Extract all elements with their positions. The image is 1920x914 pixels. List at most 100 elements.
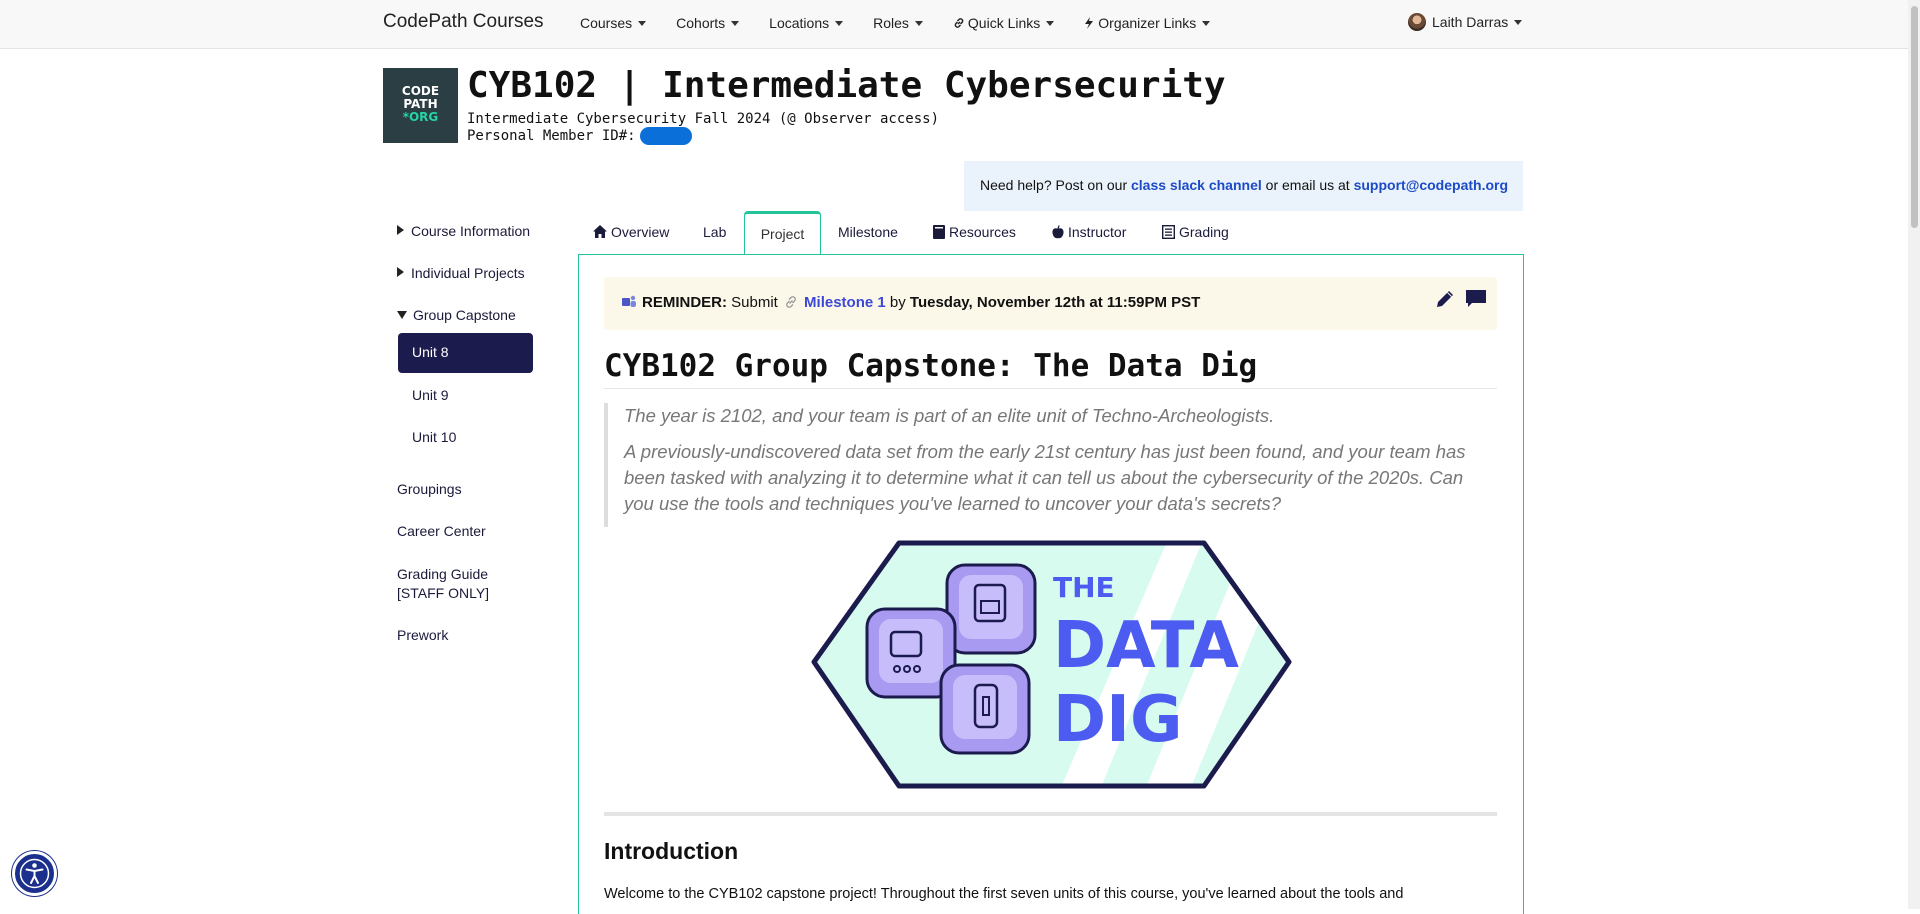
quote-paragraph: The year is 2102, and your team is part … <box>624 405 1275 426</box>
sidebar-item-label: Group Capstone <box>413 307 516 323</box>
tab-label: Overview <box>611 224 670 240</box>
main-nav: Courses Cohorts Locations Roles Quick Li… <box>580 15 1240 31</box>
sidebar-item-label: Course Information <box>411 223 531 239</box>
tab-resources[interactable]: Resources <box>933 211 1016 254</box>
sidebar-item-groupings[interactable]: Groupings <box>397 481 462 497</box>
nav-organizer-links-label: Organizer Links <box>1098 15 1197 31</box>
tab-lab[interactable]: Lab <box>703 211 726 254</box>
user-name: Laith Darras <box>1432 14 1509 30</box>
art-text-data: DATA <box>1053 609 1239 683</box>
nav-locations[interactable]: Locations <box>769 15 844 31</box>
nav-roles-label: Roles <box>873 15 909 31</box>
sidebar-item-label: Individual Projects <box>411 265 525 281</box>
content-tabs: Overview Lab Project Milestone Resources… <box>578 211 1523 255</box>
caret-down-icon <box>1202 20 1211 26</box>
course-subtitle: Intermediate Cybersecurity Fall 2024 (@ … <box>467 111 940 127</box>
introduction-text: Welcome to the CYB102 capstone project! … <box>604 886 1404 902</box>
caret-down-icon <box>638 20 647 26</box>
accessibility-icon <box>19 858 50 889</box>
reminder-text: Submit <box>727 294 783 311</box>
sidebar-item-unit-8[interactable]: Unit 8 <box>398 333 533 373</box>
cube-glyph <box>945 563 1037 655</box>
caret-down-icon <box>1514 19 1523 25</box>
sidebar-item-course-information[interactable]: Course Information <box>397 223 530 239</box>
caret-down-icon <box>1046 20 1055 26</box>
data-dig-banner-image: THE DATA DIG <box>811 540 1292 789</box>
tab-label: Project <box>760 226 805 242</box>
nav-quick-links[interactable]: Quick Links <box>953 15 1055 31</box>
tab-milestone[interactable]: Milestone <box>838 211 898 254</box>
slack-channel-link[interactable]: class slack channel <box>1131 177 1262 193</box>
help-banner: Need help? Post on our class slack chann… <box>964 161 1523 211</box>
tab-instructor[interactable]: Instructor <box>1052 211 1126 254</box>
top-navbar: CodePath Courses Courses Cohorts Locatio… <box>0 0 1908 49</box>
nav-courses[interactable]: Courses <box>580 15 647 31</box>
tab-label: Instructor <box>1068 224 1127 240</box>
sidebar-item-individual-projects[interactable]: Individual Projects <box>397 265 525 281</box>
sidebar-item-label: Grading Guide <box>397 566 489 582</box>
art-text-the: THE <box>1053 571 1115 604</box>
book-icon <box>933 225 945 239</box>
project-content-panel: REMINDER: Submit Milestone 1 by Tuesday,… <box>578 254 1524 914</box>
tab-label: Lab <box>703 224 727 240</box>
member-id-label: Personal Member ID#: <box>467 128 636 144</box>
intro-blockquote: The year is 2102, and your team is part … <box>604 403 1497 527</box>
introduction-heading: Introduction <box>604 838 739 864</box>
page-title: CYB102 Group Capstone: The Data Dig <box>604 348 1258 384</box>
tab-project[interactable]: Project <box>744 211 821 255</box>
scrollbar-thumb[interactable] <box>1911 6 1918 228</box>
reminder-label: REMINDER: <box>642 294 727 311</box>
redacted-member-id <box>639 127 692 145</box>
help-text: or email us at <box>1261 177 1354 193</box>
brand-link[interactable]: CodePath Courses <box>383 11 544 33</box>
caret-down-icon <box>835 20 844 26</box>
tab-label: Milestone <box>838 224 898 240</box>
nav-organizer-links[interactable]: Organizer Links <box>1084 15 1211 31</box>
list-alt-icon <box>1162 225 1175 239</box>
art-text-dig: DIG <box>1053 683 1182 757</box>
caret-down-icon <box>731 20 740 26</box>
sidebar-item-unit-9[interactable]: Unit 9 <box>412 387 449 403</box>
accessibility-button[interactable] <box>12 851 57 896</box>
reminder-deadline: Tuesday, November 12th at 11:59PM PST <box>909 294 1201 311</box>
nav-quick-links-label: Quick Links <box>967 15 1041 31</box>
comment-icon[interactable] <box>1465 289 1487 309</box>
reminder-actions <box>1435 289 1487 309</box>
cube-glyph <box>939 663 1031 755</box>
sidebar-item-career-center[interactable]: Career Center <box>397 523 486 539</box>
pencil-icon[interactable] <box>1435 289 1455 309</box>
user-menu[interactable]: Laith Darras <box>1408 13 1523 31</box>
milestone-1-link[interactable]: Milestone 1 <box>804 294 886 311</box>
avatar <box>1408 13 1426 31</box>
codepath-logo: CODE PATH *ORG <box>383 68 458 143</box>
nav-cohorts[interactable]: Cohorts <box>676 15 740 31</box>
triangle-right-icon <box>397 225 404 235</box>
section-divider <box>604 812 1497 816</box>
logo-text-line: *ORG <box>402 110 439 124</box>
tab-label: Grading <box>1179 224 1229 240</box>
apple-icon <box>1052 225 1064 239</box>
sidebar-item-unit-10[interactable]: Unit 10 <box>412 429 456 445</box>
nav-locations-label: Locations <box>769 15 830 31</box>
sidebar-item-prework[interactable]: Prework <box>397 627 448 643</box>
member-id: Personal Member ID#: <box>467 127 939 145</box>
reminder-text: by <box>885 294 910 311</box>
support-email-link[interactable]: support@codepath.org <box>1354 177 1508 193</box>
sidebar-item-grading-guide[interactable]: Grading Guide [STAFF ONLY] <box>397 565 489 603</box>
tab-grading[interactable]: Grading <box>1162 211 1229 254</box>
page-scrollbar[interactable] <box>1908 0 1920 909</box>
sidebar-item-group-capstone[interactable]: Group Capstone <box>397 307 516 323</box>
course-title: CYB102 | Intermediate Cybersecurity <box>467 65 1226 106</box>
course-subtitle-block: Intermediate Cybersecurity Fall 2024 (@ … <box>467 111 939 145</box>
tab-label: Resources <box>949 224 1016 240</box>
link-icon <box>786 296 796 308</box>
tab-overview[interactable]: Overview <box>593 211 669 254</box>
home-icon <box>593 225 607 238</box>
triangle-down-icon <box>397 311 407 319</box>
bolt-icon <box>1085 17 1094 29</box>
sidebar-item-label: [STAFF ONLY] <box>397 585 490 601</box>
caret-down-icon <box>914 20 923 26</box>
help-text: Need help? Post on our <box>980 177 1131 193</box>
nav-roles[interactable]: Roles <box>873 15 923 31</box>
teams-icon <box>622 295 636 307</box>
